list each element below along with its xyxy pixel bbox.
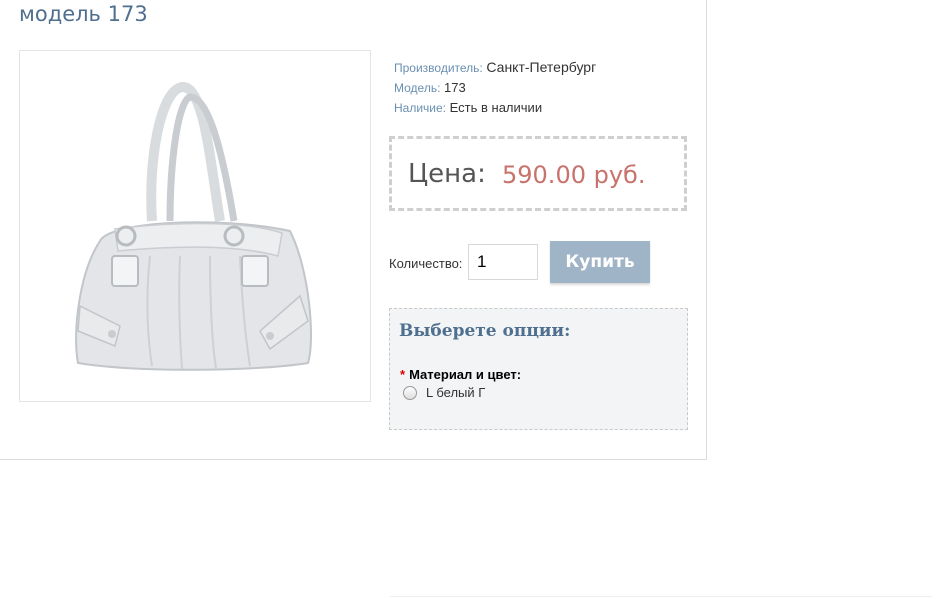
product-title: модель 173 [19,2,148,26]
availability-row: Наличие: Есть в наличии [394,98,596,118]
required-mark: * [400,367,406,382]
buy-button[interactable]: Купить [550,241,650,283]
availability-value: Есть в наличии [449,100,543,115]
quantity-input[interactable] [468,244,538,280]
option-choice[interactable]: L белый Г [403,385,485,400]
model-label: Модель: [394,81,441,95]
options-title: Выберете опции: [399,321,571,341]
radio-button[interactable] [403,385,417,400]
product-info: Производитель: Санкт-Петербург Модель: 1… [394,57,596,118]
quantity-label: Количество: [389,256,463,271]
model-row: Модель: 173 [394,78,596,98]
divider [390,596,932,597]
product-image[interactable] [19,50,371,402]
availability-label: Наличие: [394,101,447,115]
option-field-label: * Материал и цвет: [400,367,521,382]
handbag-image [75,82,312,371]
manufacturer-link[interactable]: Санкт-Петербург [486,59,596,75]
price-label: Цена: [408,159,486,189]
manufacturer-row: Производитель: Санкт-Петербург [394,57,596,78]
option-choice-label: L белый Г [426,385,486,400]
option-field-text: Материал и цвет: [409,367,522,382]
options-box: Выберете опции: * Материал и цвет: L белы… [389,308,688,430]
model-value: 173 [444,80,466,95]
price-box: Цена: 590.00 руб. [389,136,687,211]
price-value: 590.00 руб. [502,161,646,189]
manufacturer-label: Производитель: [394,61,483,75]
